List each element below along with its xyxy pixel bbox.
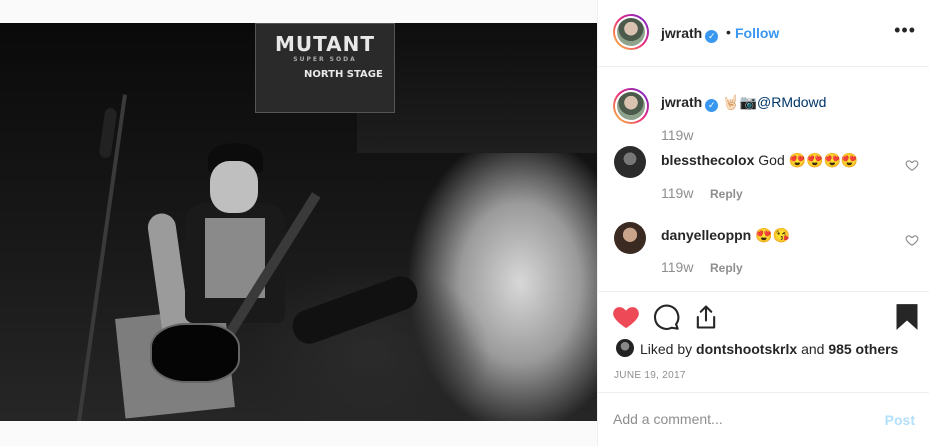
author-username-wrap: jwrath ✓ <box>661 25 719 43</box>
guitar-body <box>150 323 240 383</box>
bookmark-icon[interactable] <box>893 303 921 331</box>
comment-like-icon[interactable] <box>905 233 919 247</box>
comment-avatar[interactable] <box>614 146 646 178</box>
post-header: jwrath ✓ • Follow ••• <box>598 0 929 67</box>
caption-mention[interactable]: @RMdowd <box>757 94 826 110</box>
verified-icon: ✓ <box>705 30 719 43</box>
comment-text: 😍😘 <box>755 227 790 243</box>
banner-title: MUTANT <box>274 32 376 56</box>
comment-icon[interactable] <box>652 303 680 331</box>
reply-button[interactable]: Reply <box>710 261 743 275</box>
guitarist-head <box>210 161 258 213</box>
reply-button[interactable]: Reply <box>710 187 743 201</box>
verified-icon: ✓ <box>705 99 719 112</box>
comment-time[interactable]: 119w <box>661 259 693 275</box>
liker-avatar[interactable] <box>616 339 634 357</box>
caption-time[interactable]: 119w <box>661 127 693 143</box>
likes-joiner: and <box>801 341 825 357</box>
post-panel: jwrath ✓ • Follow ••• jwrath ✓ 🤘🏻📷@RMdowd … <box>597 0 929 446</box>
comment-time[interactable]: 119w <box>661 185 693 201</box>
post-photo[interactable]: MUTANT SUPER SODA NORTH STAGE <box>0 23 597 421</box>
likes-summary: Liked by dontshootskrlx and 985 others <box>640 341 898 357</box>
banner-stage: NORTH STAGE <box>304 69 383 80</box>
follow-button[interactable]: Follow <box>735 25 779 41</box>
heart-icon[interactable] <box>612 303 640 331</box>
comment-username[interactable]: danyelleoppn <box>661 227 751 243</box>
comment: danyelleoppn 😍😘 <box>661 227 790 244</box>
header-separator: • <box>726 24 731 40</box>
comment: blessthecolox God 😍😍😍😍 <box>661 152 858 169</box>
stage-banner: MUTANT SUPER SODA NORTH STAGE <box>255 23 395 113</box>
likes-prefix: Liked by <box>640 341 693 357</box>
caption-username[interactable]: jwrath <box>661 94 702 110</box>
comment-avatar[interactable] <box>614 222 646 254</box>
author-avatar[interactable] <box>613 14 649 50</box>
author-username[interactable]: jwrath <box>661 25 702 41</box>
share-icon[interactable] <box>692 303 720 331</box>
post-date[interactable]: JUNE 19, 2017 <box>614 370 686 381</box>
liker-username[interactable]: dontshootskrlx <box>696 341 797 357</box>
post-button[interactable]: Post <box>885 412 915 428</box>
post-caption: jwrath ✓ 🤘🏻📷@RMdowd <box>661 94 826 112</box>
likes-others[interactable]: 985 others <box>828 341 898 357</box>
more-icon[interactable]: ••• <box>894 20 916 41</box>
comment-text: God 😍😍😍😍 <box>758 152 859 168</box>
caption-avatar[interactable] <box>613 88 649 124</box>
banner-subtitle: SUPER SODA <box>293 56 357 63</box>
caption-text: 🤘🏻📷 <box>722 94 757 110</box>
comment-like-icon[interactable] <box>905 158 919 172</box>
comment-username[interactable]: blessthecolox <box>661 152 754 168</box>
comment-input[interactable] <box>613 411 863 427</box>
